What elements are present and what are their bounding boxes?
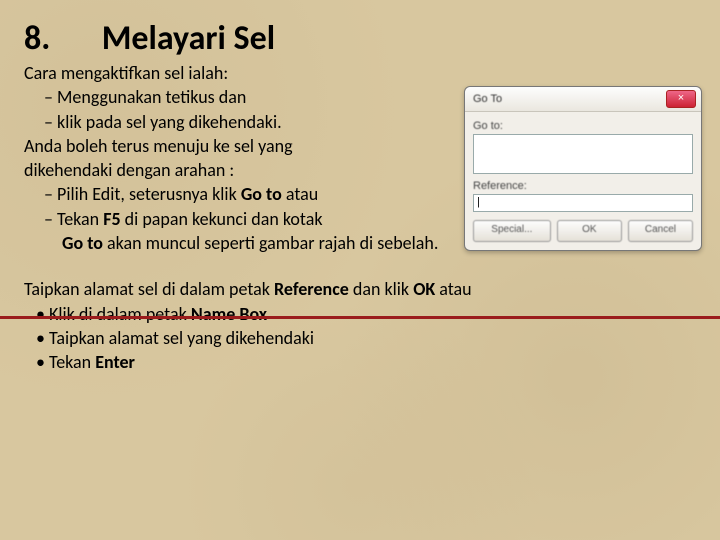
- reference-label: Reference:: [473, 180, 693, 192]
- heading-title: Melayari Sel: [102, 18, 275, 59]
- dialog-titlebar: Go To ×: [465, 87, 701, 112]
- slide-heading: 8. Melayari Sel: [24, 18, 696, 59]
- after-divider-block: Taipkan alamat sel di dalam petak Refere…: [24, 277, 696, 374]
- reference-input[interactable]: |: [473, 194, 693, 212]
- goto-listbox[interactable]: [473, 134, 693, 174]
- heading-number: 8.: [24, 18, 94, 59]
- cancel-button[interactable]: Cancel: [628, 220, 693, 242]
- line-reference-ok: Taipkan alamat sel di dalam petak Refere…: [24, 277, 696, 301]
- special-button[interactable]: Special...: [473, 220, 551, 242]
- bullet-taip-alamat: Taipkan alamat sel yang dikehendaki: [24, 326, 696, 350]
- dialog-title: Go To: [473, 93, 502, 105]
- goto-label: Go to:: [473, 120, 693, 132]
- bullet-enter: Tekan Enter: [24, 350, 696, 374]
- close-button[interactable]: ×: [666, 90, 696, 108]
- goto-dialog: Go To × Go to: Reference: | Special... O…: [464, 86, 702, 251]
- ok-button[interactable]: OK: [557, 220, 622, 242]
- divider-line: [0, 316, 720, 319]
- intro-line: Cara mengaktifkan sel ialah:: [24, 61, 696, 85]
- bullet-namebox: Klik di dalam petak Name Box: [24, 302, 696, 326]
